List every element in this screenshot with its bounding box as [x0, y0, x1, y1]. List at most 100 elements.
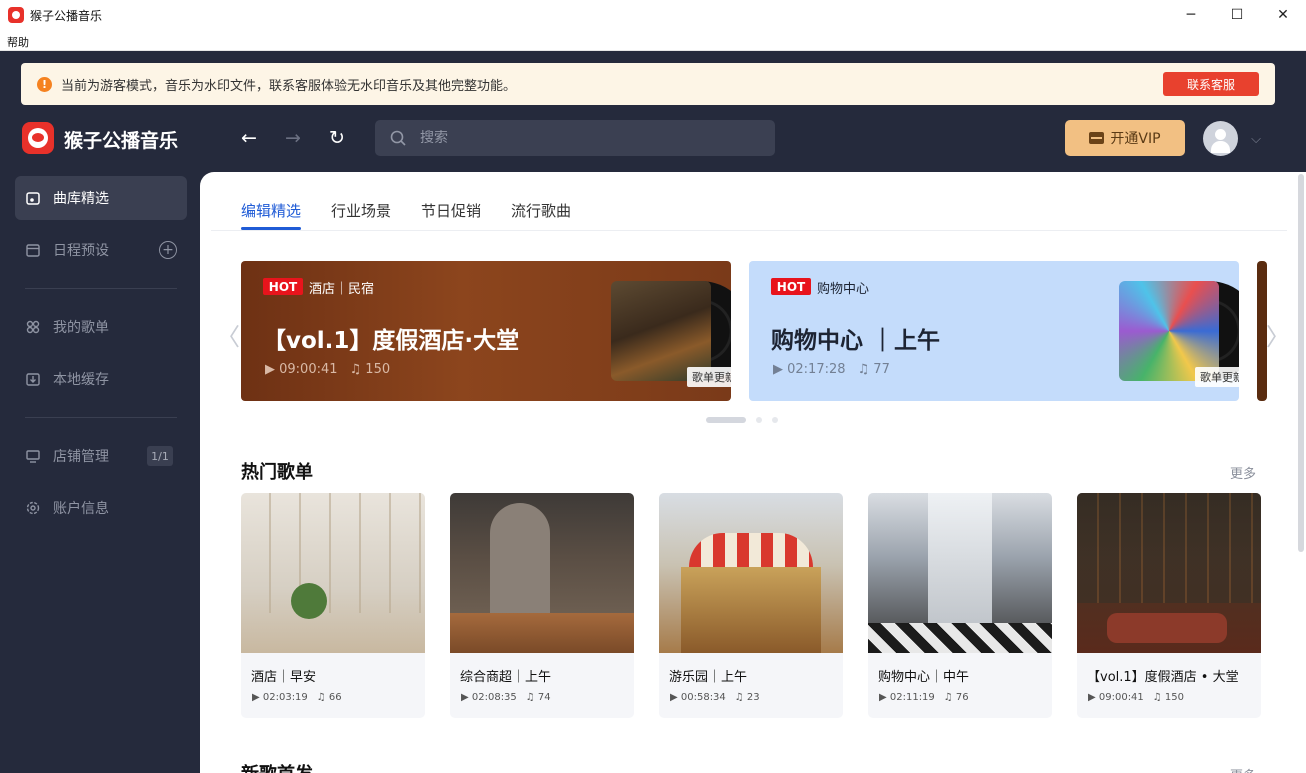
card-duration: ▶ 09:00:41: [1088, 692, 1144, 703]
sidebar-item-label: 店铺管理: [53, 449, 109, 465]
banner-meta: ▶ 02:17:28 ♫ 77: [773, 362, 890, 377]
tab-holiday-promo[interactable]: 节日促销: [421, 200, 481, 229]
carousel-dots: [706, 417, 778, 423]
store-count-badge: 1/1: [147, 446, 173, 466]
sidebar-divider: [25, 288, 177, 289]
tab-editor-picks[interactable]: 编辑精选: [241, 200, 302, 230]
card-meta: ▶ 02:03:19 ♫ 66: [252, 692, 342, 703]
card-image: [659, 493, 843, 653]
sidebar-item-label: 日程预设: [53, 243, 109, 259]
contact-support-button[interactable]: 联系客服: [1163, 72, 1259, 96]
banner-title: 【vol.1】度假酒店·大堂: [263, 328, 520, 354]
avatar[interactable]: [1203, 121, 1238, 156]
sidebar-item-store-management[interactable]: 店铺管理 1/1: [15, 434, 187, 478]
scrollbar[interactable]: [1298, 174, 1304, 552]
notice-text: 当前为游客模式，音乐为水印文件，联系客服体验无水印音乐及其他完整功能。: [61, 78, 517, 94]
playlist-card[interactable]: 酒店｜早安 ▶ 02:03:19 ♫ 66: [241, 493, 425, 718]
card-image: [450, 493, 634, 653]
sidebar-item-label: 账户信息: [53, 501, 109, 517]
sidebar-divider: [25, 417, 177, 418]
card-duration: ▶ 00:58:34: [670, 692, 726, 703]
sidebar-item-schedule[interactable]: 日程预设 +: [15, 228, 187, 272]
search-icon: [390, 130, 406, 146]
category-tabs: 编辑精选 行业场景 节日促销 流行歌曲: [241, 200, 571, 230]
banner-category: 酒店｜民宿: [309, 282, 375, 297]
card-image: [868, 493, 1052, 653]
warning-icon: !: [37, 76, 52, 92]
main-content: 编辑精选 行业场景 节日促销 流行歌曲 〈 〉 HOT 酒店｜民宿 【vol.1…: [200, 172, 1306, 773]
vip-label: 开通VIP: [1110, 131, 1161, 147]
card-title: 综合商超｜上午: [460, 670, 552, 685]
sidebar-item-label: 本地缓存: [53, 372, 109, 388]
card-title: 【vol.1】度假酒店 • 大堂: [1087, 670, 1239, 685]
chevron-down-icon[interactable]: ⌵: [1247, 130, 1265, 148]
search-input[interactable]: [420, 130, 740, 146]
card-image: [241, 493, 425, 653]
card-image: [1077, 493, 1261, 653]
banner-title: 购物中心 ｜上午: [771, 328, 941, 354]
search-box[interactable]: [375, 120, 775, 156]
window-title: 猴子公播音乐: [30, 8, 103, 23]
playlist-card[interactable]: 【vol.1】度假酒店 • 大堂 ▶ 09:00:41 ♫ 150: [1077, 493, 1261, 718]
card-duration: ▶ 02:03:19: [252, 692, 308, 703]
gear-icon: [26, 501, 40, 515]
carousel-banner[interactable]: HOT 购物中心 购物中心 ｜上午 ▶ 02:17:28 ♫ 77 歌单更新: [749, 261, 1239, 401]
card-track-count: ♫ 150: [1152, 692, 1185, 703]
minimize-button[interactable]: ─: [1168, 0, 1214, 30]
banner-track-count: ♫ 150: [349, 362, 391, 377]
card-track-count: ♫ 76: [943, 692, 969, 703]
sidebar-item-local-cache[interactable]: 本地缓存: [15, 357, 187, 401]
more-link[interactable]: 更多: [1230, 463, 1256, 482]
card-duration: ▶ 02:11:19: [879, 692, 935, 703]
card-duration: ▶ 02:08:35: [461, 692, 517, 703]
more-link[interactable]: 更多: [1230, 765, 1256, 773]
close-button[interactable]: ✕: [1260, 0, 1306, 30]
hot-badge: HOT: [263, 278, 303, 295]
brand-name: 猴子公播音乐: [64, 130, 179, 152]
sidebar-item-my-playlists[interactable]: 我的歌单: [15, 305, 187, 349]
tab-industry-scenes[interactable]: 行业场景: [331, 200, 391, 229]
banner-duration: ▶ 09:00:41: [265, 362, 338, 377]
hot-badge: HOT: [771, 278, 811, 295]
carousel-prev-icon[interactable]: 〈: [216, 317, 240, 352]
playlist-updated-badge: 歌单更新: [1195, 367, 1239, 387]
open-vip-button[interactable]: 开通VIP: [1065, 120, 1185, 156]
calendar-icon: [26, 244, 40, 257]
cover-image: [611, 281, 711, 381]
app-icon: [8, 7, 24, 23]
monitor-icon: [26, 450, 40, 463]
playlist-card[interactable]: 综合商超｜上午 ▶ 02:08:35 ♫ 74: [450, 493, 634, 718]
tab-pop-songs[interactable]: 流行歌曲: [511, 200, 571, 229]
menubar: 帮助: [0, 30, 1306, 51]
banner-meta: ▶ 09:00:41 ♫ 150: [265, 362, 390, 377]
carousel-next-icon[interactable]: 〉: [1266, 317, 1290, 352]
tab-divider: [211, 230, 1287, 231]
back-button[interactable]: ←: [237, 126, 261, 150]
carousel-banner-partial[interactable]: [1257, 261, 1267, 401]
refresh-button[interactable]: ↻: [325, 126, 349, 150]
forward-button[interactable]: →: [281, 126, 305, 150]
banner-track-count: ♫ 77: [857, 362, 890, 377]
maximize-button[interactable]: ☐: [1214, 0, 1260, 30]
banner-duration: ▶ 02:17:28: [773, 362, 846, 377]
card-meta: ▶ 09:00:41 ♫ 150: [1088, 692, 1184, 703]
hot-playlists: 酒店｜早安 ▶ 02:03:19 ♫ 66 综合商超｜上午 ▶ 02:08:35…: [241, 493, 1261, 718]
sidebar-item-account[interactable]: 账户信息: [15, 486, 187, 530]
cover-image: [1119, 281, 1219, 381]
album-cover: 歌单更新: [611, 281, 731, 387]
carousel-dot[interactable]: [706, 417, 746, 423]
sidebar-item-library[interactable]: 曲库精选: [15, 176, 187, 220]
playlist-updated-badge: 歌单更新: [687, 367, 731, 387]
sidebar-item-label: 我的歌单: [53, 320, 109, 336]
album-cover: 歌单更新: [1119, 281, 1239, 387]
carousel-dot[interactable]: [756, 417, 762, 423]
card-title: 游乐园｜上午: [669, 670, 748, 685]
add-schedule-icon[interactable]: +: [159, 241, 177, 259]
playlist-card[interactable]: 购物中心｜中午 ▶ 02:11:19 ♫ 76: [868, 493, 1052, 718]
carousel-banner[interactable]: HOT 酒店｜民宿 【vol.1】度假酒店·大堂 ▶ 09:00:41 ♫ 15…: [241, 261, 731, 401]
card-title: 购物中心｜中午: [878, 670, 970, 685]
playlist-card[interactable]: 游乐园｜上午 ▶ 00:58:34 ♫ 23: [659, 493, 843, 718]
card-meta: ▶ 00:58:34 ♫ 23: [670, 692, 760, 703]
menu-help[interactable]: 帮助: [7, 34, 29, 50]
carousel-dot[interactable]: [772, 417, 778, 423]
